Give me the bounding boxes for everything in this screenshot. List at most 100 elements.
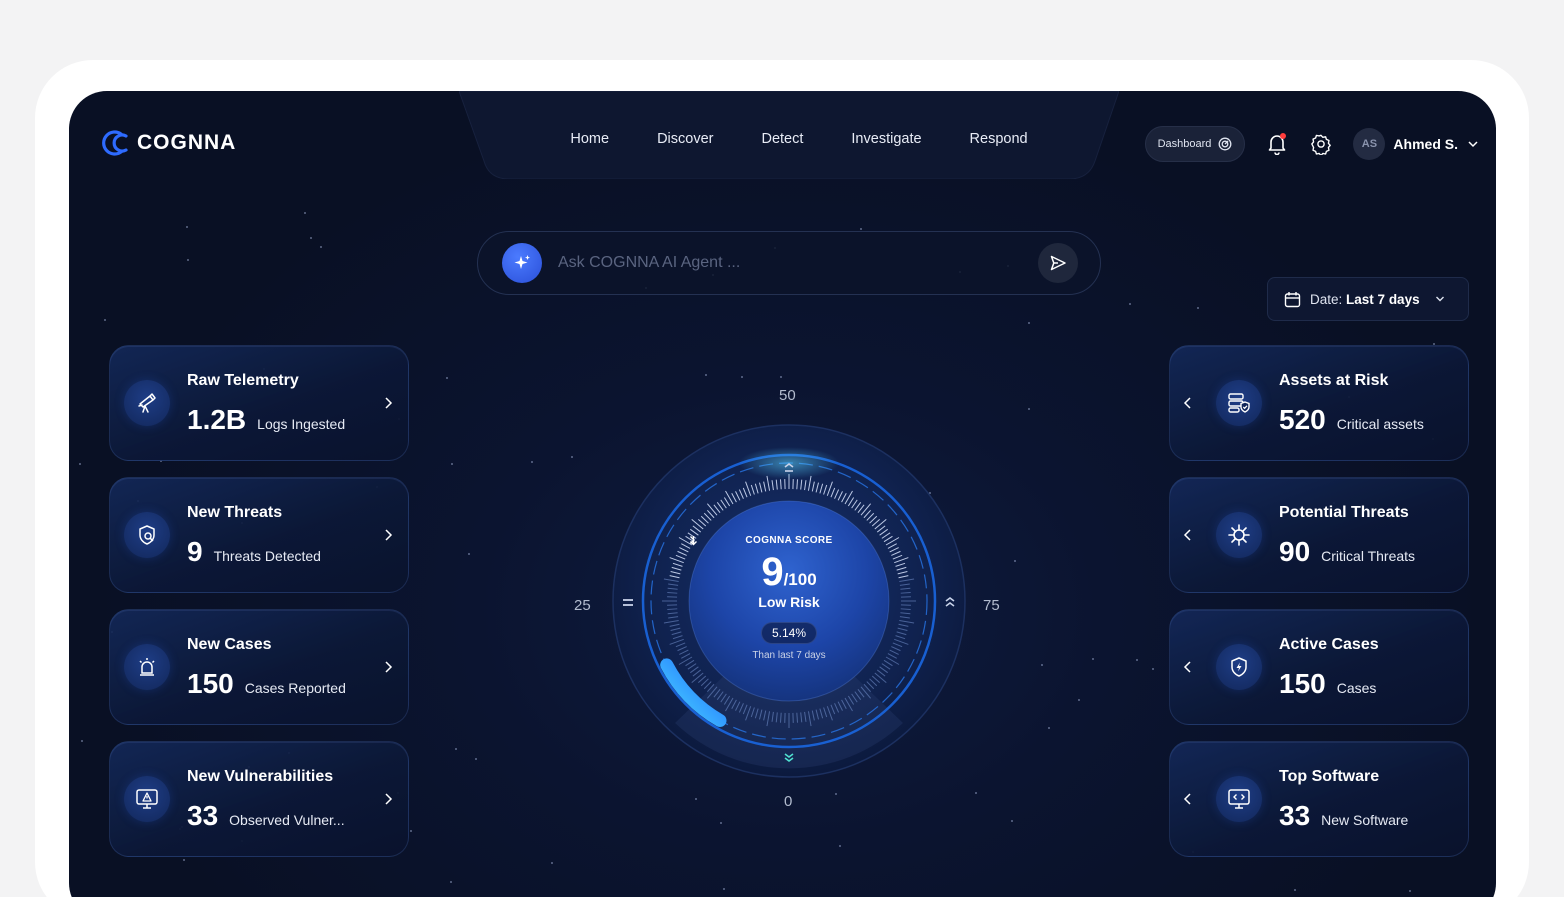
star-dot	[1041, 664, 1043, 666]
gauge-tick	[779, 712, 782, 723]
nav-discover[interactable]: Discover	[633, 131, 737, 147]
score-value: 9	[761, 550, 784, 594]
star-dot	[1028, 322, 1030, 324]
gauge-tick	[900, 591, 911, 594]
card-value: 150	[1279, 668, 1326, 699]
nav-respond[interactable]: Respond	[946, 131, 1052, 147]
card-title: New Cases	[187, 636, 272, 653]
card-subtitle: Threats Detected	[213, 548, 321, 564]
star-dot	[104, 319, 106, 321]
star-dot	[835, 793, 837, 795]
star-dot	[1129, 303, 1131, 305]
star-dot	[1197, 307, 1199, 309]
card-raw-telemetry[interactable]: Raw Telemetry 1.2B Logs Ingested	[109, 345, 409, 461]
star-dot	[186, 226, 188, 228]
star-dot	[531, 461, 533, 463]
star-dot	[450, 881, 452, 883]
card-assets-at-risk[interactable]: Assets at Risk 520 Critical assets	[1169, 345, 1469, 461]
score-max: /100	[783, 570, 817, 589]
user-name[interactable]: Ahmed S.	[1393, 136, 1458, 152]
chevron-down-icon[interactable]	[1468, 140, 1478, 148]
star-dot	[1014, 560, 1016, 562]
nav-detect[interactable]: Detect	[737, 131, 827, 147]
chevron-left-icon	[1183, 529, 1191, 541]
calendar-icon	[1284, 291, 1301, 307]
notifications-button[interactable]	[1265, 132, 1289, 156]
card-new-cases[interactable]: New Cases 150 Cases Reported	[109, 609, 409, 725]
card-value: 520	[1279, 404, 1326, 435]
chevron-right-icon	[385, 793, 393, 805]
search-input[interactable]	[558, 254, 1038, 272]
sparkle-icon	[514, 255, 530, 269]
nav-investigate[interactable]: Investigate	[827, 131, 945, 147]
card-title: New Vulnerabilities	[187, 768, 334, 785]
chevron-right-icon	[385, 529, 393, 541]
star-dot	[183, 859, 185, 861]
brand-logo[interactable]: COGNNA	[99, 128, 236, 158]
card-value: 9	[187, 536, 203, 567]
gauge-tick	[667, 608, 678, 611]
star-dot	[304, 212, 306, 214]
card-potential-threats[interactable]: Potential Threats 90 Critical Threats	[1169, 477, 1469, 593]
app-screen: COGNNA Home Discover Detect Investigate …	[69, 91, 1496, 897]
star-dot	[571, 456, 573, 458]
chevron-down-icon	[1435, 296, 1444, 302]
star-dot	[705, 374, 707, 376]
card-value: 90	[1279, 536, 1311, 567]
card-subtitle: New Software	[1321, 812, 1409, 828]
date-filter-value: Last 7 days	[1346, 291, 1420, 307]
star-dot	[410, 830, 412, 832]
star-dot	[741, 376, 743, 378]
star-dot	[695, 798, 697, 800]
card-value: 33	[187, 800, 219, 831]
ai-agent-search	[477, 231, 1101, 295]
star-dot	[551, 862, 553, 864]
shield-search-icon	[124, 512, 170, 558]
send-button[interactable]	[1038, 243, 1078, 283]
star-dot	[451, 463, 453, 465]
star-dot	[1078, 699, 1080, 701]
star-dot	[1152, 668, 1154, 670]
star-dot	[1409, 890, 1411, 892]
card-title: Top Software	[1279, 768, 1380, 785]
scale-label-left: 25	[574, 597, 591, 614]
gear-icon	[1311, 134, 1332, 155]
date-filter-dropdown[interactable]: Date: Last 7 days	[1267, 277, 1469, 321]
gauge-tick	[779, 479, 782, 490]
card-value: 150	[187, 668, 234, 699]
star-dot	[455, 748, 457, 750]
card-new-threats[interactable]: New Threats 9 Threats Detected	[109, 477, 409, 593]
score-value-group: 9/100	[689, 552, 889, 592]
main-nav: Home Discover Detect Investigate Respond	[459, 91, 1119, 179]
card-subtitle: Observed Vulner...	[229, 812, 345, 828]
gauge-tick	[667, 591, 678, 594]
card-title: Active Cases	[1279, 636, 1379, 653]
settings-button[interactable]	[1309, 132, 1333, 156]
trend-pill[interactable]: 5.14%	[690, 536, 818, 644]
avatar[interactable]: AS	[1353, 128, 1386, 160]
card-title: Raw Telemetry	[187, 372, 299, 389]
chevron-left-icon	[1183, 397, 1191, 409]
date-filter-label: Date: Last 7 days	[1310, 291, 1420, 307]
ai-sparkle-button[interactable]	[502, 243, 542, 283]
trend-value: 5.14%	[771, 626, 807, 640]
star-dot	[780, 376, 782, 378]
star-dot	[1011, 820, 1013, 822]
star-dot	[860, 228, 862, 230]
dashboard-button[interactable]: Dashboard	[1144, 126, 1246, 162]
card-active-cases[interactable]: Active Cases 150 Cases	[1169, 609, 1469, 725]
virus-icon	[1216, 512, 1262, 558]
star-dot	[975, 792, 977, 794]
cognna-score-gauge: 50 25 75 0 COGNNA SCORE 9/100 Low Risk 5…	[574, 387, 1000, 810]
server-shield-icon	[1216, 380, 1262, 426]
monitor-code-icon	[1216, 776, 1262, 822]
trend-note: Than last 7 days	[752, 650, 826, 661]
card-top-software[interactable]: Top Software 33 New Software	[1169, 741, 1469, 857]
star-dot	[839, 845, 841, 847]
siren-icon	[124, 644, 170, 690]
chevron-right-icon	[690, 536, 695, 544]
gauge-tick	[796, 479, 799, 490]
card-new-vulnerabilities[interactable]: New Vulnerabilities 33 Observed Vulner...	[109, 741, 409, 857]
nav-home[interactable]: Home	[546, 131, 633, 147]
card-subtitle: Cases	[1336, 680, 1377, 696]
